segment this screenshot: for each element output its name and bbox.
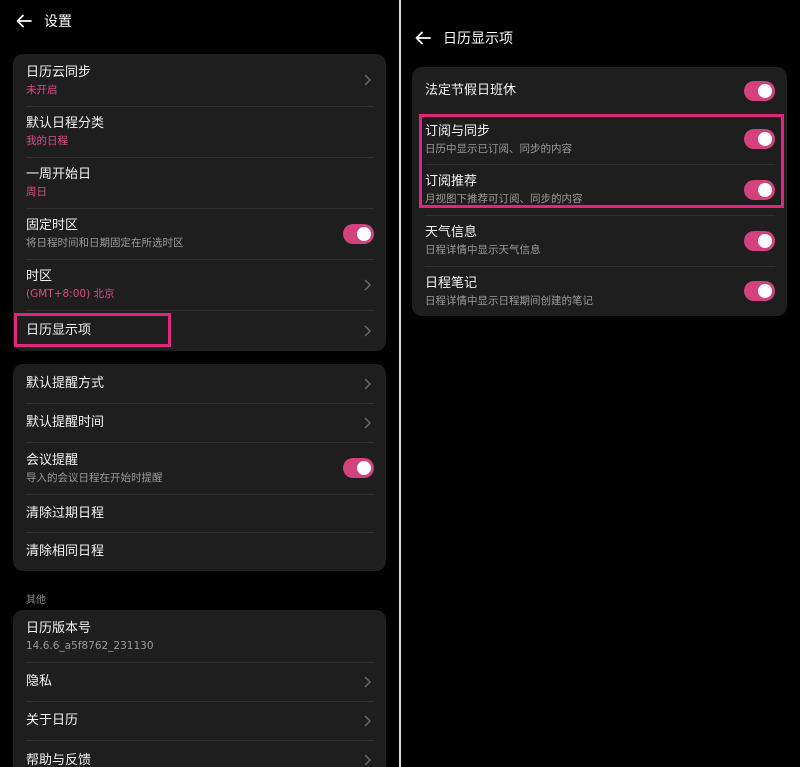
row-description: 导入的会议日程在开始时提醒 [26, 471, 163, 484]
chevron-right-icon [362, 324, 372, 338]
chevron-right-icon [362, 753, 372, 767]
row-title: 日历显示项 [26, 323, 92, 338]
schedule-notes-toggle[interactable] [744, 281, 775, 301]
page-title: 设置 [44, 14, 72, 30]
subscription-sync-item: 订阅与同步 日历中显示已订阅、同步的内容 [412, 114, 787, 164]
chevron-right-icon [362, 278, 372, 292]
display-items-card: 法定节假日班休 订阅与同步 日历中显示已订阅、同步的内容 订阅推荐 月视图下推荐… [412, 67, 787, 316]
calendar-display-items-item[interactable]: 日历显示项 [13, 310, 386, 351]
settings-header: 设置 [14, 11, 72, 31]
row-value: (GMT+8:00) 北京 [26, 288, 115, 300]
back-arrow-icon[interactable] [413, 28, 433, 48]
clear-expired-schedules-item[interactable]: 清除过期日程 [13, 494, 386, 532]
row-title: 清除相同日程 [26, 544, 105, 559]
chevron-right-icon [362, 377, 372, 391]
row-title: 默认日程分类 [26, 116, 105, 131]
row-description: 月视图下推荐可订阅、同步的内容 [425, 193, 583, 205]
row-title: 隐私 [26, 674, 53, 689]
row-title: 会议提醒 [26, 452, 79, 468]
default-reminder-method-item[interactable]: 默认提醒方式 [13, 364, 386, 403]
row-title: 帮助与反馈 [26, 752, 92, 767]
row-description: 日程详情中显示日程期间创建的笔记 [425, 294, 593, 307]
meeting-reminder-item: 会议提醒 导入的会议日程在开始时提醒 [13, 442, 386, 494]
row-description: 日程详情中显示天气信息 [425, 244, 541, 256]
section-label-other: 其他 [26, 595, 46, 606]
page-title: 日历显示项 [443, 31, 513, 47]
row-title: 关于日历 [26, 713, 79, 728]
row-title: 天气信息 [425, 225, 478, 240]
timezone-item[interactable]: 时区 (GMT+8:00) 北京 [13, 259, 386, 310]
calendar-version-item: 日历版本号 14.6.6_a5f8762_231130 [13, 610, 386, 662]
row-title: 订阅与同步 [425, 123, 491, 139]
row-value: 未开启 [26, 83, 58, 96]
row-title: 一周开始日 [26, 167, 92, 182]
row-title: 法定节假日班休 [425, 83, 517, 98]
subscription-sync-toggle[interactable] [744, 129, 775, 149]
chevron-right-icon [362, 416, 372, 430]
schedule-notes-item: 日程笔记 日程详情中显示日程期间创建的笔记 [412, 266, 787, 316]
fixed-timezone-item: 固定时区 将日程时间和日期固定在所选时区 [13, 208, 386, 259]
settings-group-other: 日历版本号 14.6.6_a5f8762_231130 隐私 关于日历 帮助与反… [13, 610, 386, 767]
row-title: 固定时区 [26, 218, 79, 233]
back-arrow-icon[interactable] [14, 11, 34, 31]
meeting-reminder-toggle[interactable] [343, 458, 374, 478]
settings-group-reminders: 默认提醒方式 默认提醒时间 会议提醒 导入的会议日程在开始时提醒 清除过期日程 … [13, 364, 386, 571]
fixed-timezone-toggle[interactable] [343, 223, 374, 244]
row-title: 时区 [26, 269, 53, 284]
row-title: 日程笔记 [425, 275, 478, 291]
chevron-right-icon [362, 73, 372, 87]
settings-group-general: 日历云同步 未开启 默认日程分类 我的日程 一周开始日 周日 固定时区 将日程时… [13, 54, 386, 351]
default-reminder-time-item[interactable]: 默认提醒时间 [13, 403, 386, 442]
week-start-day-item[interactable]: 一周开始日 周日 [13, 157, 386, 208]
privacy-item[interactable]: 隐私 [13, 662, 386, 701]
row-title: 清除过期日程 [26, 505, 105, 521]
row-description: 将日程时间和日期固定在所选时区 [26, 237, 184, 249]
row-title: 订阅推荐 [425, 174, 478, 189]
row-value: 我的日程 [26, 135, 68, 147]
chevron-right-icon [362, 675, 372, 689]
statutory-holidays-item: 法定节假日班休 [412, 67, 787, 114]
calendar-display-items-pane: 日历显示项 法定节假日班休 订阅与同步 日历中显示已订阅、同步的内容 订阅推荐 … [401, 0, 800, 767]
row-title: 日历云同步 [26, 64, 92, 80]
statutory-holidays-toggle[interactable] [744, 80, 775, 101]
about-calendar-item[interactable]: 关于日历 [13, 701, 386, 740]
weather-info-toggle[interactable] [744, 230, 775, 251]
chevron-right-icon [362, 714, 372, 728]
clear-duplicate-schedules-item[interactable]: 清除相同日程 [13, 532, 386, 571]
default-schedule-category-item[interactable]: 默认日程分类 我的日程 [13, 106, 386, 157]
row-value: 周日 [26, 186, 47, 198]
row-description: 日历中显示已订阅、同步的内容 [425, 142, 572, 155]
row-title: 默认提醒时间 [26, 415, 105, 430]
subscription-recommendation-toggle[interactable] [744, 179, 775, 200]
subscription-recommendation-item: 订阅推荐 月视图下推荐可订阅、同步的内容 [412, 164, 787, 215]
settings-pane: 设置 日历云同步 未开启 默认日程分类 我的日程 一周开始日 周日 固定时区 将… [0, 0, 399, 767]
row-title: 默认提醒方式 [26, 376, 105, 391]
display-items-header: 日历显示项 [413, 28, 513, 48]
row-title: 日历版本号 [26, 620, 92, 636]
help-feedback-item[interactable]: 帮助与反馈 [13, 740, 386, 767]
calendar-cloud-sync-item[interactable]: 日历云同步 未开启 [13, 54, 386, 106]
weather-info-item: 天气信息 日程详情中显示天气信息 [412, 215, 787, 266]
version-number: 14.6.6_a5f8762_231130 [26, 639, 154, 652]
